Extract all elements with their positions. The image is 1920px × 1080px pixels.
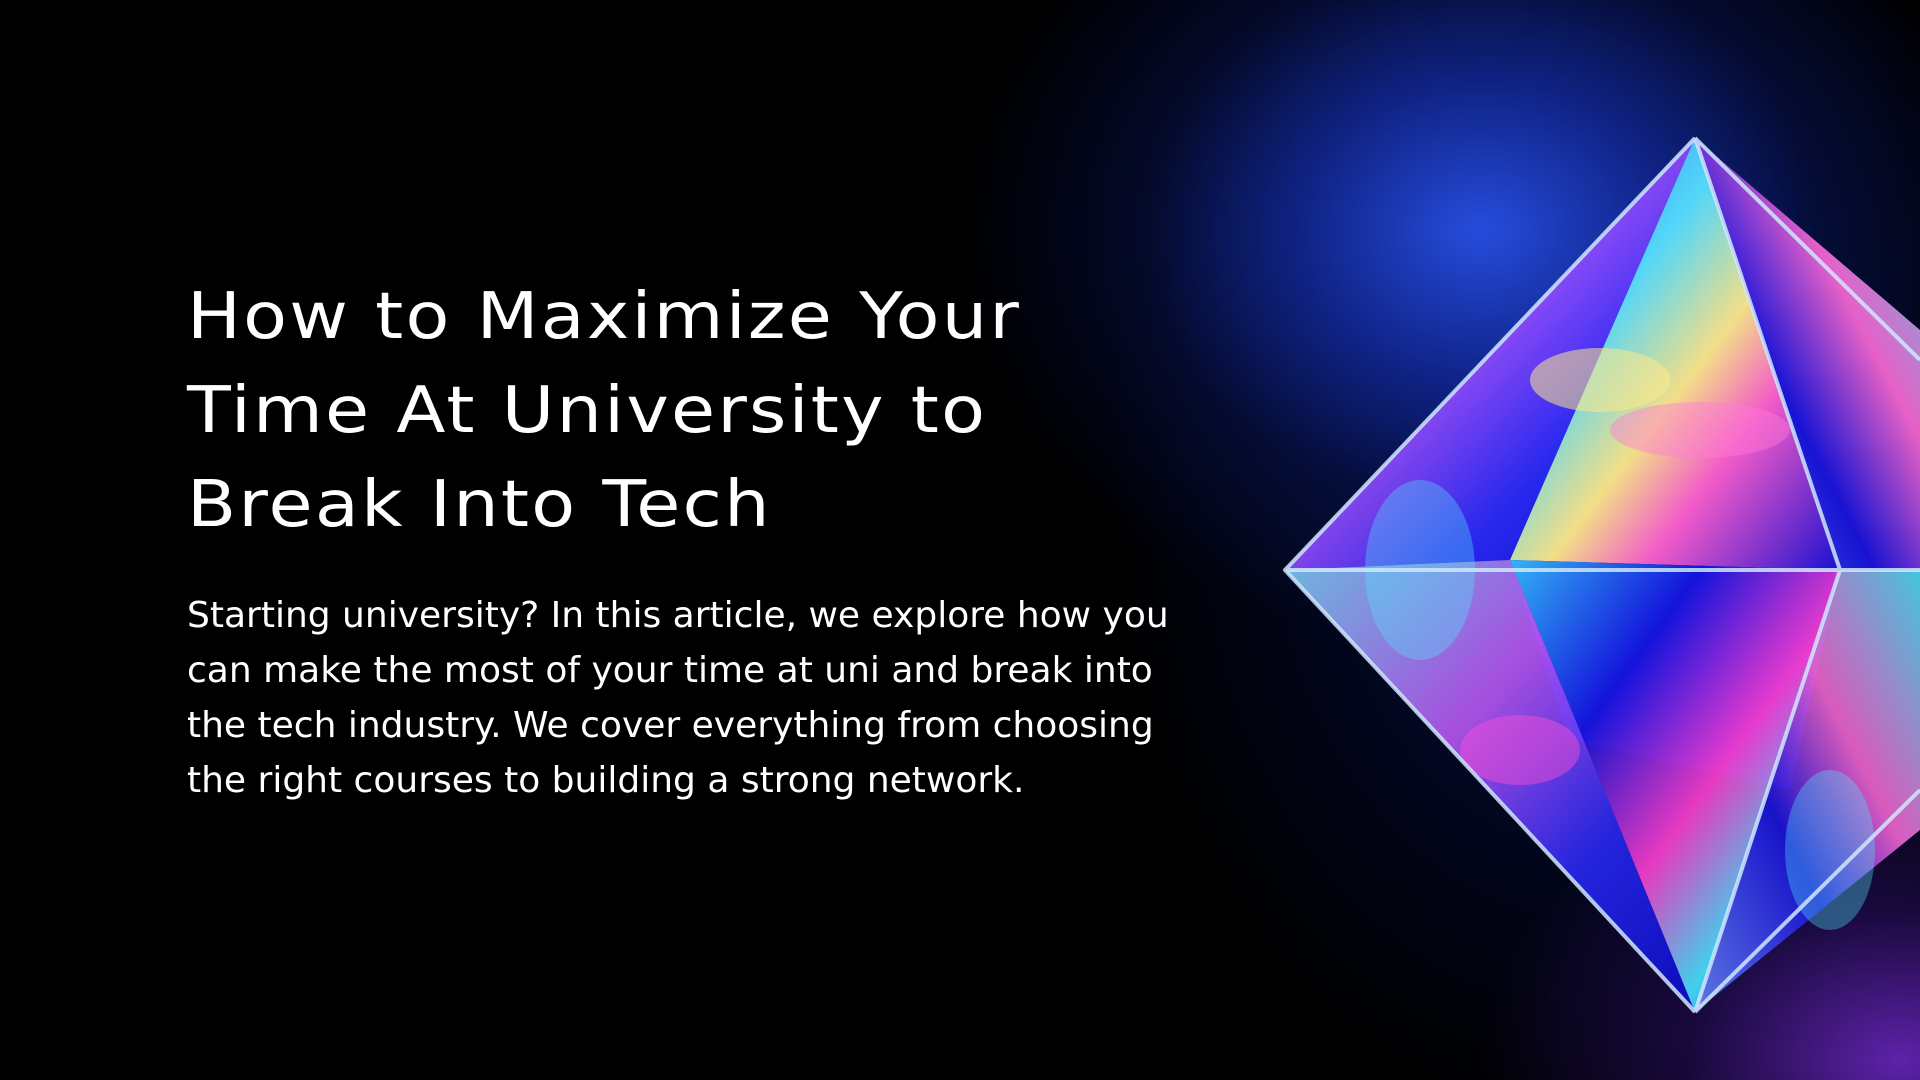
crystal-highlight	[1610, 402, 1790, 458]
octahedron-crystal-graphic	[1283, 136, 1920, 1014]
article-intro: Starting university? In this article, we…	[187, 595, 1169, 801]
article-text-block: How to Maximize Your Time At University …	[187, 270, 1187, 808]
article-headline: How to Maximize Your Time At University …	[187, 280, 1022, 542]
crystal-highlight	[1530, 348, 1670, 412]
article-banner: How to Maximize Your Time At University …	[0, 0, 1920, 1080]
crystal-highlight	[1460, 715, 1580, 785]
